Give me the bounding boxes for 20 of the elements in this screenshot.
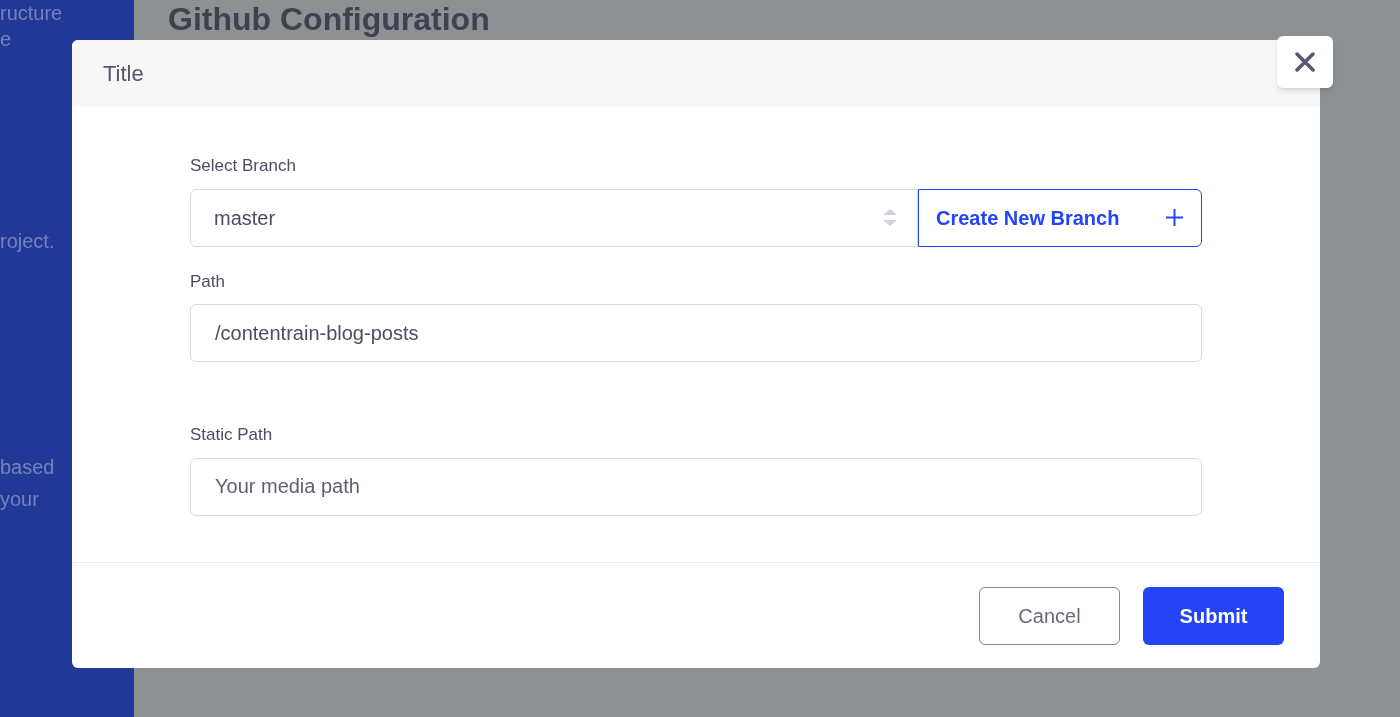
field-label: Select Branch (190, 155, 296, 177)
close-icon (1295, 52, 1315, 72)
text-field[interactable]: Your media path (190, 457, 1202, 516)
modal-title: Title (103, 60, 144, 88)
sidebar-text: ructure (0, 1, 63, 26)
sidebar-text: based (0, 455, 55, 480)
create-branch-button[interactable]: Create New Branch (918, 188, 1202, 247)
submit-button[interactable]: Submit (1143, 586, 1284, 645)
cancel-button[interactable]: Cancel (979, 586, 1120, 645)
field-label: Path (190, 270, 225, 293)
sort-arrows-icon (883, 209, 897, 226)
page-heading: Github Configuration (168, 0, 490, 38)
sidebar-text: roject. (0, 229, 55, 254)
sidebar-text: your (0, 487, 39, 512)
close-button[interactable] (1277, 36, 1333, 88)
branch-select[interactable]: master (190, 188, 918, 247)
text-field[interactable]: /contentrain-blog-posts (190, 304, 1202, 362)
field-label: Static Path (190, 424, 273, 446)
plus-icon (1166, 209, 1183, 226)
sidebar-text: e (0, 27, 12, 52)
